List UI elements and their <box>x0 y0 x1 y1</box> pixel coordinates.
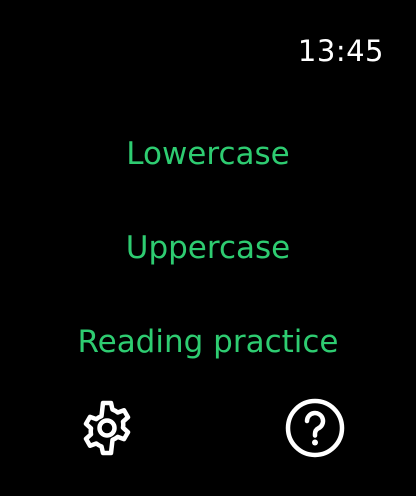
menu-item-lowercase[interactable]: Lowercase <box>0 134 416 174</box>
gear-icon <box>83 400 131 456</box>
clock-time: 13:45 <box>297 34 384 68</box>
settings-button[interactable] <box>76 397 138 459</box>
menu-item-reading-practice[interactable]: Reading practice <box>0 322 416 362</box>
question-circle-icon <box>285 398 345 458</box>
help-button[interactable] <box>284 397 346 459</box>
menu-item-uppercase[interactable]: Uppercase <box>0 228 416 268</box>
